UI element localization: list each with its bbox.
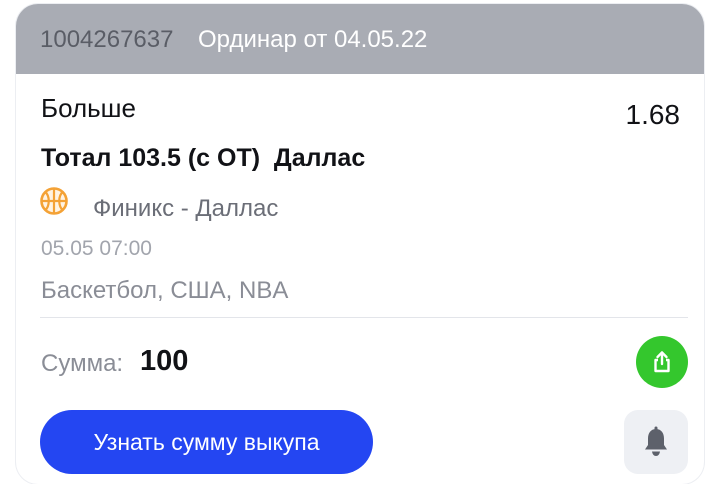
match-league: Баскетбол, США, NBA bbox=[41, 277, 289, 304]
match-teams[interactable]: Финикс - Даллас bbox=[93, 195, 278, 223]
notification-button[interactable] bbox=[624, 410, 688, 474]
bet-odds: 1.68 bbox=[625, 99, 681, 130]
bell-icon bbox=[645, 426, 667, 456]
divider bbox=[40, 317, 688, 318]
buyout-button[interactable]: Узнать сумму выкупа bbox=[40, 410, 373, 474]
bet-card-header: 1004267637 Ординар от 04.05.22 bbox=[16, 4, 704, 74]
share-button[interactable] bbox=[636, 336, 688, 388]
basketball-icon bbox=[40, 187, 68, 215]
share-icon bbox=[654, 351, 670, 373]
sum-value: 100 bbox=[140, 345, 189, 377]
bet-card: 1004267637 Ординар от 04.05.22 Больше 1.… bbox=[16, 4, 704, 484]
sum-label: Сумма: bbox=[41, 350, 124, 377]
bet-type-date: Ординар от 04.05.22 bbox=[198, 26, 428, 53]
match-datetime: 05.05 07:00 bbox=[41, 237, 152, 260]
bet-outcome: Больше bbox=[41, 93, 136, 123]
bet-id: 1004267637 bbox=[40, 26, 174, 53]
bet-market: Тотал 103.5 (с ОТ) Даллас bbox=[41, 144, 366, 172]
